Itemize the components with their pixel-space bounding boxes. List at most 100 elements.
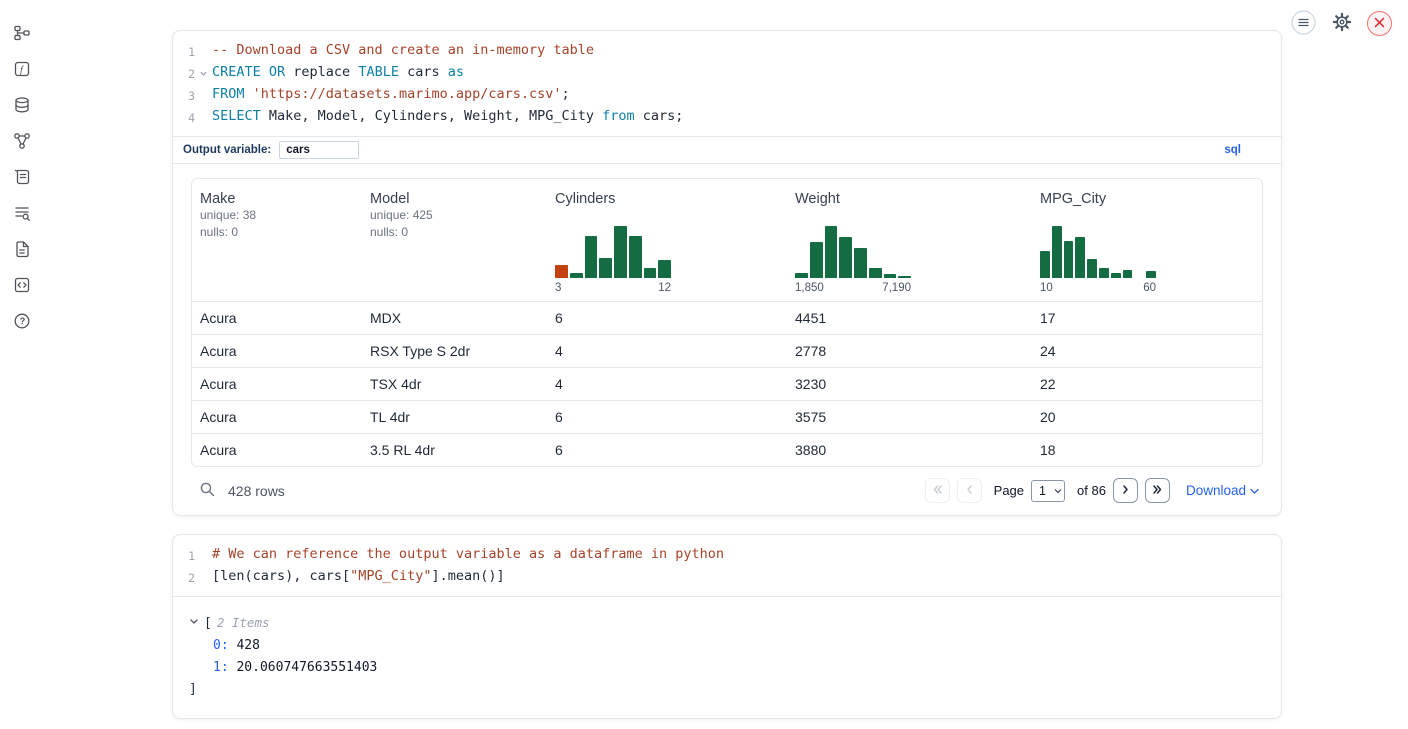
histogram-bar xyxy=(1123,270,1133,278)
shutdown-button[interactable] xyxy=(1367,11,1392,36)
column-name: Model xyxy=(370,191,539,207)
histogram-bar xyxy=(555,265,568,278)
table-cell: 3230 xyxy=(787,376,1032,392)
column-histogram[interactable]: 312 xyxy=(555,225,671,301)
table-header: Makeunique: 38nulls: 0Modelunique: 425nu… xyxy=(192,179,1262,301)
sidebar-documentation-button[interactable] xyxy=(11,240,32,261)
table-row[interactable]: AcuraRSX Type S 2dr4277824 xyxy=(192,334,1262,367)
code-line: 1-- Download a CSV and create an in-memo… xyxy=(173,40,1281,62)
table-row[interactable]: Acura3.5 RL 4dr6388018 xyxy=(192,433,1262,466)
table-cell: Acura xyxy=(192,343,362,359)
table-row[interactable]: AcuraTSX 4dr4323022 xyxy=(192,367,1262,400)
sidebar-file-explorer-button[interactable] xyxy=(11,24,32,45)
output-variable-input[interactable] xyxy=(279,141,359,159)
table-cell: 4 xyxy=(547,343,787,359)
language-badge[interactable]: sql xyxy=(1224,144,1241,156)
column-name: MPG_City xyxy=(1040,191,1254,207)
python-code[interactable]: 1# We can reference the output variable … xyxy=(173,535,1281,596)
fold-chevron-icon[interactable] xyxy=(195,62,212,84)
line-number: 4 xyxy=(173,106,195,128)
code-line: 3FROM 'https://datasets.marimo.app/cars.… xyxy=(173,84,1281,106)
sidebar-help-button[interactable]: ? xyxy=(11,312,32,333)
column-header-make[interactable]: Makeunique: 38nulls: 0 xyxy=(192,191,362,301)
chevrons-right-icon xyxy=(1151,483,1164,499)
sidebar-scratchpad-button[interactable] xyxy=(11,168,32,189)
search-button[interactable] xyxy=(197,479,218,503)
histogram-bar xyxy=(1099,268,1109,278)
code-text: # We can reference the output variable a… xyxy=(212,544,724,566)
sidebar-snippets-button[interactable] xyxy=(11,276,32,297)
collapse-chevron-icon[interactable] xyxy=(189,613,204,635)
settings-button[interactable] xyxy=(1329,11,1354,36)
column-histogram[interactable]: 1,8507,190 xyxy=(795,225,911,301)
first-page-button[interactable] xyxy=(925,478,950,503)
table-cell: Acura xyxy=(192,376,362,392)
left-sidebar: f ? xyxy=(11,24,32,333)
database-icon xyxy=(13,96,31,117)
histogram-bar xyxy=(869,268,882,278)
histogram-axis: 312 xyxy=(555,282,671,294)
sidebar-datasources-button[interactable] xyxy=(11,96,32,117)
column-header-model[interactable]: Modelunique: 425nulls: 0 xyxy=(362,191,547,301)
histogram-bar xyxy=(585,236,598,278)
histogram-bar xyxy=(1040,251,1050,278)
column-name: Make xyxy=(200,191,354,207)
histogram-bar xyxy=(570,273,583,278)
notebook-menu-button[interactable] xyxy=(1291,11,1316,36)
axis-min-label: 3 xyxy=(555,282,561,294)
next-page-button[interactable] xyxy=(1113,478,1138,503)
table-cell: 6 xyxy=(547,310,787,326)
gear-icon xyxy=(1332,12,1352,35)
axis-min-label: 10 xyxy=(1040,282,1053,294)
code-text: CREATE OR replace TABLE cars as xyxy=(212,62,464,84)
table-cell: 4451 xyxy=(787,310,1032,326)
chevron-left-icon xyxy=(963,483,976,499)
column-histogram[interactable]: 1060 xyxy=(1040,225,1156,301)
items-count-label: 2 Items xyxy=(217,615,270,630)
sql-code[interactable]: 1-- Download a CSV and create an in-memo… xyxy=(173,31,1281,136)
table-cell: 18 xyxy=(1032,442,1262,458)
python-cell-output: [2 Items 0: 4281: 20.060747663551403 ] xyxy=(173,596,1281,718)
chevron-right-icon xyxy=(1119,483,1132,499)
histogram-axis: 1060 xyxy=(1040,282,1156,294)
list-search-icon xyxy=(13,204,31,225)
sidebar-dependency-graph-button[interactable] xyxy=(11,132,32,153)
open-bracket: [ xyxy=(204,616,212,631)
histogram-bar xyxy=(825,226,838,278)
tree-entry-value: 20.060747663551403 xyxy=(229,660,378,675)
code-text: -- Download a CSV and create an in-memor… xyxy=(212,40,594,62)
histogram-bar xyxy=(1075,237,1085,278)
pagination: Page 1 of 86 xyxy=(925,478,1170,503)
last-page-button[interactable] xyxy=(1145,478,1170,503)
histogram-bar xyxy=(1146,271,1156,278)
histogram-bars xyxy=(1040,225,1156,278)
sidebar-table-of-contents-button[interactable] xyxy=(11,204,32,225)
table-cell: 3575 xyxy=(787,409,1032,425)
table-cell: Acura xyxy=(192,409,362,425)
code-line: 2[len(cars), cars["MPG_City"].mean()] xyxy=(173,566,1281,588)
fold-spacer xyxy=(195,84,212,106)
table-cell: 20 xyxy=(1032,409,1262,425)
line-number: 2 xyxy=(173,62,195,84)
download-button[interactable]: Download xyxy=(1186,483,1259,498)
histogram-bar xyxy=(658,260,671,278)
table-cell: 22 xyxy=(1032,376,1262,392)
sql-cell: 1 -- Download a CSV and create an in-memo… xyxy=(172,30,1282,516)
page-select[interactable]: 1 xyxy=(1031,480,1065,502)
document-icon xyxy=(13,240,31,261)
previous-page-button[interactable] xyxy=(957,478,982,503)
code-brackets-icon xyxy=(13,276,31,297)
tree-entries: 0: 4281: 20.060747663551403 xyxy=(189,635,1265,679)
column-header-cylinders[interactable]: Cylinders312 xyxy=(547,191,787,301)
column-header-mpg_city[interactable]: MPG_City 1060 xyxy=(1032,191,1262,301)
histogram-bar xyxy=(898,276,911,278)
table-row[interactable]: AcuraMDX6445117 xyxy=(192,301,1262,334)
sidebar-helper-functions-button[interactable]: f xyxy=(11,60,32,81)
chevron-down-icon xyxy=(1250,483,1259,498)
svg-text:?: ? xyxy=(19,316,25,326)
histogram-bar xyxy=(854,248,867,278)
column-header-weight[interactable]: Weight1,8507,190 xyxy=(787,191,1032,301)
table-cell: TSX 4dr xyxy=(362,376,547,392)
histogram-bar xyxy=(795,273,808,278)
table-row[interactable]: AcuraTL 4dr6357520 xyxy=(192,400,1262,433)
